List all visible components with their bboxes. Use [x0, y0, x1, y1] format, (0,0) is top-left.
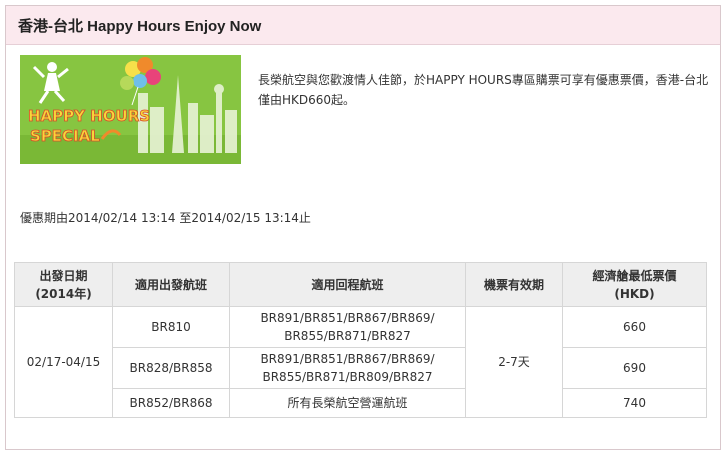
panel-header: 香港-台北 Happy Hours Enjoy Now [6, 6, 720, 45]
fare-cell: 660 [562, 306, 707, 348]
ticket-validity-cell: 2-7天 [465, 306, 563, 418]
col-header-validity: 機票有效期 [465, 262, 563, 307]
banner-illustration: HAPPY HOURS SPECIAL [20, 55, 241, 164]
banner-logo-line1: HAPPY HOURS [28, 107, 150, 125]
fare-cell: 690 [562, 347, 707, 389]
happy-hours-banner: HAPPY HOURS SPECIAL [20, 55, 241, 164]
col-header-return: 適用回程航班 [229, 262, 466, 307]
table-row: BR852/BR868 所有長榮航空營運航班 740 [15, 388, 707, 418]
outbound-flights-cell: BR828/BR858 [112, 347, 230, 389]
col-header-fare: 經濟艙最低票價 (HKD) [562, 262, 707, 307]
table-row: 02/17-04/15 BR810 BR891/BR851/BR867/BR86… [14, 306, 707, 418]
col-header-date: 出發日期 (2014年) [14, 262, 113, 307]
return-flights-cell: 所有長榮航空營運航班 [229, 388, 466, 418]
table-row: BR828/BR858 BR891/BR851/BR867/BR869/ BR8… [15, 347, 707, 389]
promo-description: 長榮航空與您歡渡情人佳節，於HAPPY HOURS專區購票可享有優惠票價，香港-… [258, 73, 709, 107]
return-flights-cell: BR891/BR851/BR867/BR869/ BR855/BR871/BR8… [229, 306, 466, 348]
table-header-row: 出發日期 (2014年) 適用出發航班 適用回程航班 機票有效期 經濟艙最低票價… [14, 262, 707, 307]
departure-date-cell: 02/17-04/15 [14, 306, 113, 418]
return-flights-cell: BR891/BR851/BR867/BR869/ BR855/BR871/BR8… [229, 347, 466, 389]
banner-logo-line2: SPECIAL [30, 127, 100, 145]
outbound-flights-cell: BR810 [112, 306, 230, 348]
outbound-flights-cell: BR852/BR868 [112, 388, 230, 418]
page-title: 香港-台北 Happy Hours Enjoy Now [18, 18, 262, 35]
col-header-outbound: 適用出發航班 [112, 262, 230, 307]
promo-period: 優惠期由2014/02/14 13:14 至2014/02/15 13:14止 [20, 211, 311, 225]
fare-cell: 740 [562, 388, 707, 418]
fare-table: 出發日期 (2014年) 適用出發航班 適用回程航班 機票有效期 經濟艙最低票價… [14, 262, 707, 418]
